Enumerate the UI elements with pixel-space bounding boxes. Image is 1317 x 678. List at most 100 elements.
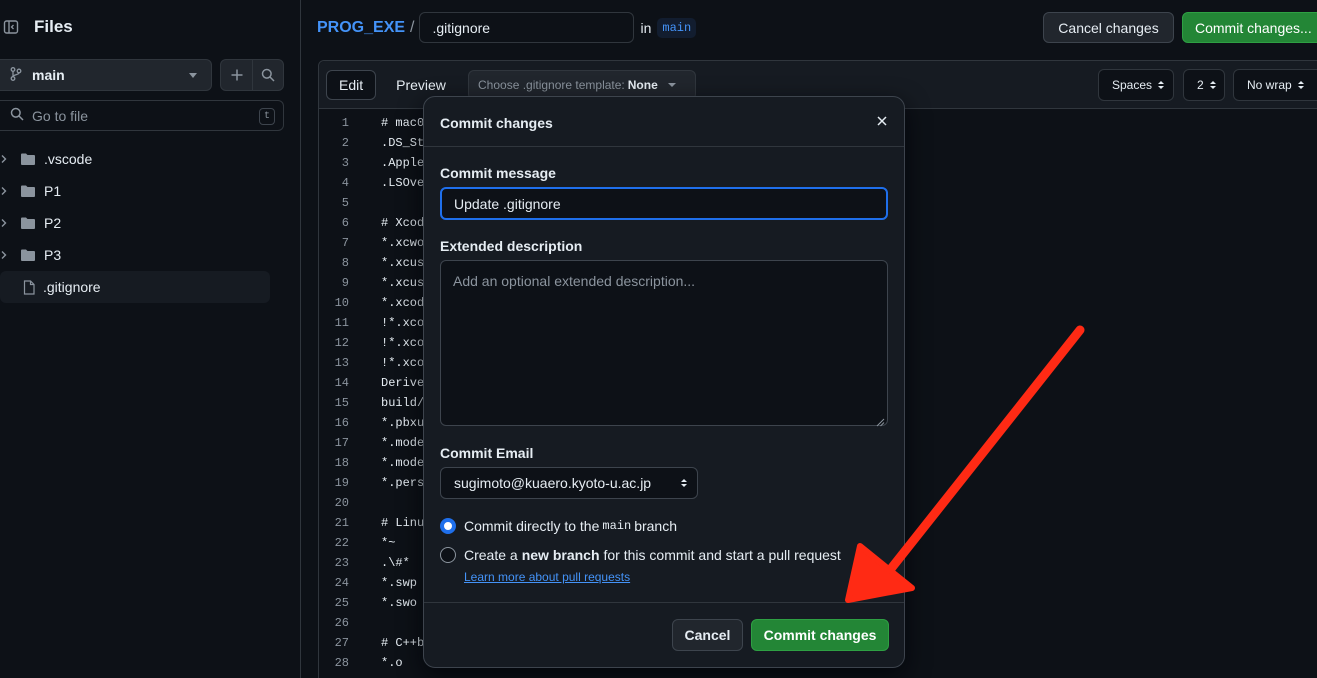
new-branch-option[interactable]: Create a new branch for this commit and … [440,545,841,565]
line-number: 27 [334,636,349,650]
line-text: .\#* [381,556,410,570]
folder-icon [20,216,36,230]
line-number: 23 [334,556,349,570]
line-number: 6 [341,216,349,230]
line-number: 13 [334,356,349,370]
indent-mode-select[interactable]: Spaces [1098,69,1174,101]
line-number: 28 [334,656,349,670]
line-text: !*.xco [381,336,425,350]
commit-email-label: Commit Email [440,445,534,461]
extended-description-label: Extended description [440,238,583,254]
close-icon[interactable] [874,113,890,129]
line-text: *.xcod [381,296,425,310]
keyboard-shortcut-badge: t [259,108,275,125]
indent-mode-value: Spaces [1112,78,1153,92]
breadcrumb-separator: / [410,18,415,36]
tree-item-vscode[interactable]: .vscode [0,143,270,175]
repo-link[interactable]: PROG_EXE [317,19,405,37]
chevron-down-icon [667,83,676,87]
tree-item-label: P3 [44,247,62,263]
line-number: 15 [334,396,349,410]
line-text: *.swo [381,596,418,610]
line-number: 1 [341,116,349,130]
folder-icon [20,184,36,198]
line-text: !*.xco [381,316,425,330]
extended-description-input[interactable] [440,260,888,426]
line-number: 19 [334,476,349,490]
add-file-button[interactable] [221,60,252,90]
option-text: for this commit and start a pull request [603,547,841,563]
wrap-mode-value: No wrap [1247,78,1292,92]
tab-edit[interactable]: Edit [326,70,377,100]
chevron-right-icon[interactable] [0,154,10,164]
line-number: 20 [334,496,349,510]
commit-direct-option[interactable]: Commit directly to the main branch [440,516,677,536]
learn-more-link[interactable]: Learn more about pull requests [464,570,630,584]
line-number: 25 [334,596,349,610]
dialog-cancel-button[interactable]: Cancel [672,619,743,651]
folder-icon [20,152,36,166]
line-number: 2 [341,136,349,150]
line-text: # mac0 [381,116,425,130]
file-tree: .vscode P1 P2 P3 .gitignore [0,143,270,303]
resize-handle-icon[interactable] [876,414,885,430]
commit-email-select[interactable]: sugimoto@kuaero.kyoto-u.ac.jp [440,467,698,499]
commit-message-input[interactable] [440,187,888,220]
line-text: !*.xco [381,356,425,370]
radio-unselected[interactable] [440,547,456,563]
template-label: Choose .gitignore template: [478,78,625,92]
line-number: 5 [341,196,349,210]
line-text: .DS_St [381,136,425,150]
tree-item-p3[interactable]: P3 [0,239,270,271]
chevron-right-icon[interactable] [0,250,10,260]
branch-code: main [602,519,632,533]
wrap-mode-select[interactable]: No wrap [1233,69,1317,101]
line-text: Derive [381,376,425,390]
tree-item-label: .gitignore [43,279,101,295]
line-number: 21 [334,516,349,530]
line-text: *.swp [381,576,418,590]
search-icon[interactable] [252,60,283,90]
sidebar-actions [220,59,284,91]
chevron-right-icon[interactable] [0,186,10,196]
dialog-commit-button[interactable]: Commit changes [751,619,889,651]
indent-size-select[interactable]: 2 [1183,69,1225,101]
file-icon [23,279,35,295]
commit-changes-button[interactable]: Commit changes... [1182,12,1317,43]
go-to-file-input[interactable]: Go to file t [0,100,284,131]
dialog-title: Commit changes [440,115,553,131]
tree-item-gitignore[interactable]: .gitignore [0,271,270,303]
chevron-right-icon[interactable] [0,218,10,228]
line-text: # C++b [381,636,425,650]
file-tree-sidebar: Files main Go to file t .vscode P1 P2 P3… [0,0,301,678]
radio-selected[interactable] [440,518,456,534]
tree-item-p2[interactable]: P2 [0,207,270,239]
line-text: *.xcwo [381,236,425,250]
commit-dialog: Commit changes Commit message Extended d… [423,96,905,668]
indent-size-value: 2 [1197,78,1204,92]
sidebar-title: Files [34,17,73,36]
commit-email-value: sugimoto@kuaero.kyoto-u.ac.jp [454,475,652,491]
tree-item-label: .vscode [44,151,93,167]
filename-input[interactable]: .gitignore [419,12,635,43]
tree-item-label: P2 [44,215,62,231]
tree-item-label: P1 [44,183,62,199]
line-text: *~ [381,536,396,550]
option-text: Create a [464,547,518,563]
cancel-changes-button[interactable]: Cancel changes [1043,12,1174,43]
select-arrows-icon [1158,81,1165,89]
select-arrows-icon [681,479,687,487]
line-text: .Apple [381,156,425,170]
branch-badge: main [657,17,697,38]
tree-item-p1[interactable]: P1 [0,175,270,207]
select-arrows-icon [1297,81,1304,89]
line-text: # Linu [381,516,425,530]
line-number: 24 [334,576,349,590]
sidebar-collapse-icon[interactable] [0,12,24,42]
line-number: 9 [341,276,349,290]
branch-selector[interactable]: main [0,59,212,91]
line-text: .LSOve [381,176,425,190]
line-text: *.xcus [381,276,425,290]
chevron-down-icon [189,73,197,78]
line-number: 7 [341,236,349,250]
